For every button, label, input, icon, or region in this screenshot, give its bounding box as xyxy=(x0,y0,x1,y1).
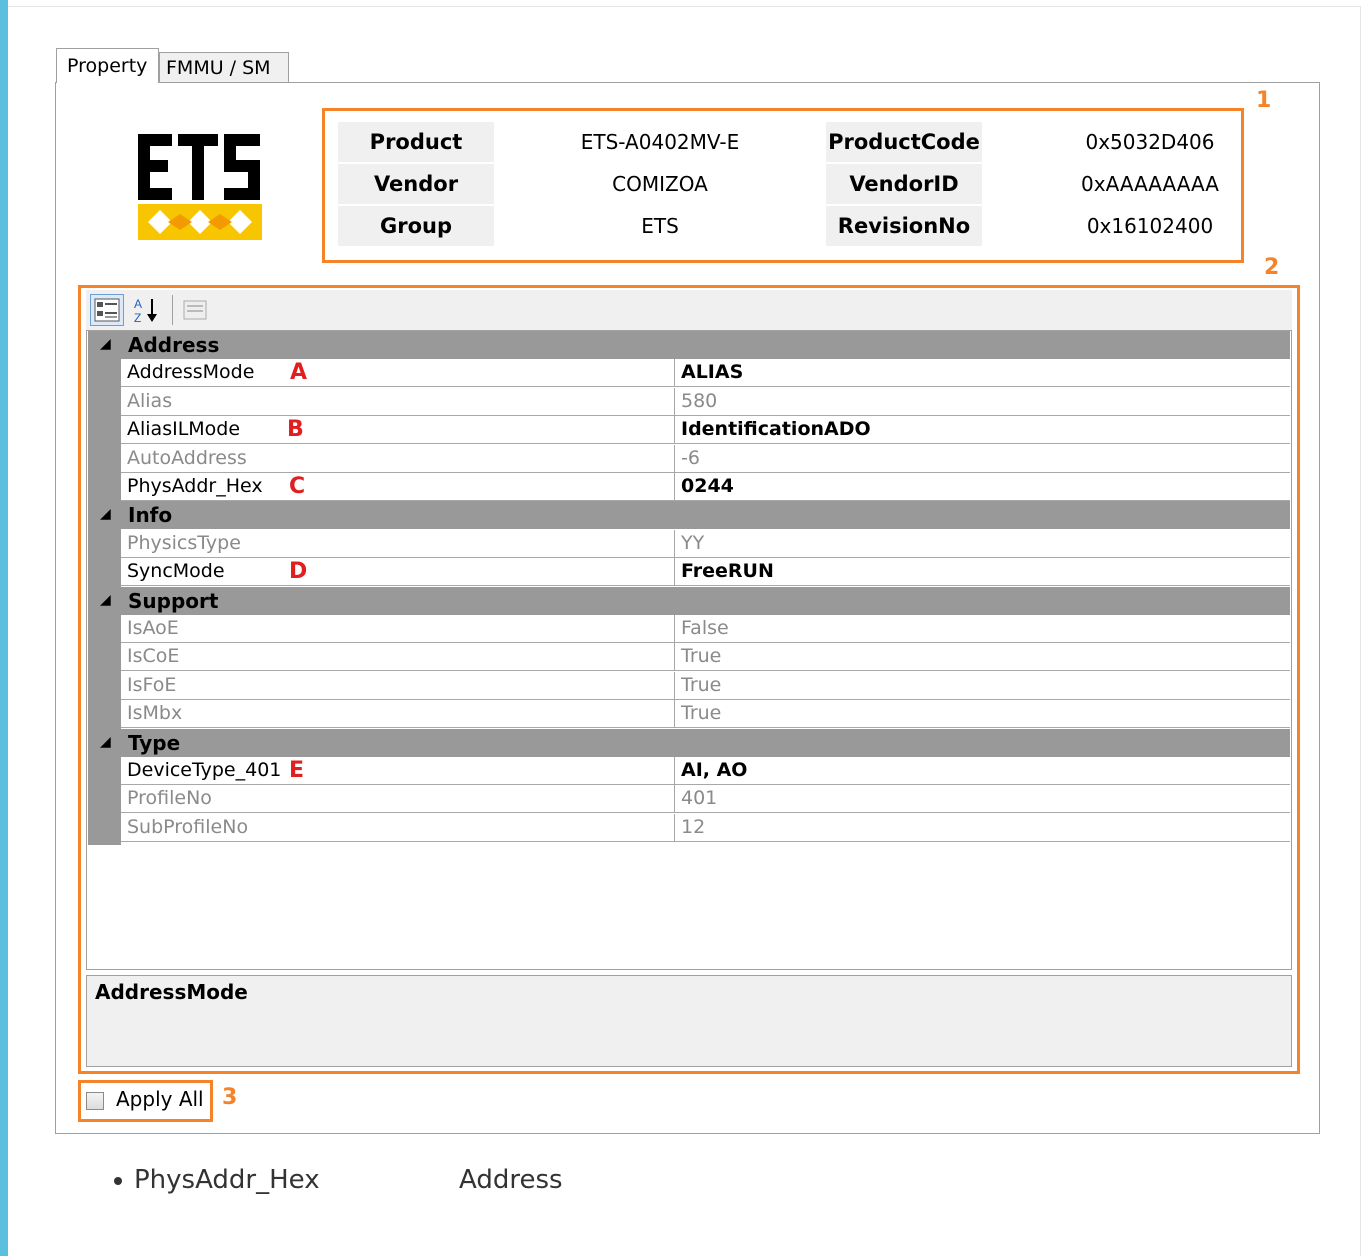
bullet-dot xyxy=(114,1177,122,1185)
callout-box-2 xyxy=(78,285,1300,1074)
tab-fmmu-sm[interactable]: FMMU / SM xyxy=(159,52,289,82)
vendorid-label: VendorID xyxy=(826,164,982,204)
vendor-label: Vendor xyxy=(338,164,494,204)
top-border xyxy=(8,6,1360,7)
right-border xyxy=(1360,6,1361,1256)
apply-all-label[interactable]: Apply All xyxy=(116,1087,204,1111)
tab-property[interactable]: Property xyxy=(56,48,159,83)
callout-number-3: 3 xyxy=(222,1085,238,1110)
callout-number-1: 1 xyxy=(1256,88,1272,113)
bullet-text-desc: Address xyxy=(459,1165,563,1195)
tab-fmmu-sm-label: FMMU / SM xyxy=(166,56,271,79)
productcode-label: ProductCode xyxy=(826,122,982,162)
product-value: ETS-A0402MV-E xyxy=(580,130,740,154)
apply-all-checkbox[interactable] xyxy=(86,1092,104,1110)
vendorid-value: 0xAAAAAAAA xyxy=(1081,172,1219,196)
bullet-text-term: PhysAddr_Hex xyxy=(134,1165,320,1195)
revisionno-label: RevisionNo xyxy=(826,206,982,246)
group-value: ETS xyxy=(641,214,679,238)
vendor-value: COMIZOA xyxy=(612,172,708,196)
ets-logo xyxy=(138,132,262,240)
product-label: Product xyxy=(338,122,494,162)
left-accent-bar xyxy=(0,0,8,1256)
tab-property-label: Property xyxy=(67,55,148,77)
callout-number-2: 2 xyxy=(1264,255,1280,280)
revisionno-value: 0x16102400 xyxy=(1086,214,1214,238)
productcode-value: 0x5032D406 xyxy=(1085,130,1215,154)
group-label: Group xyxy=(338,206,494,246)
